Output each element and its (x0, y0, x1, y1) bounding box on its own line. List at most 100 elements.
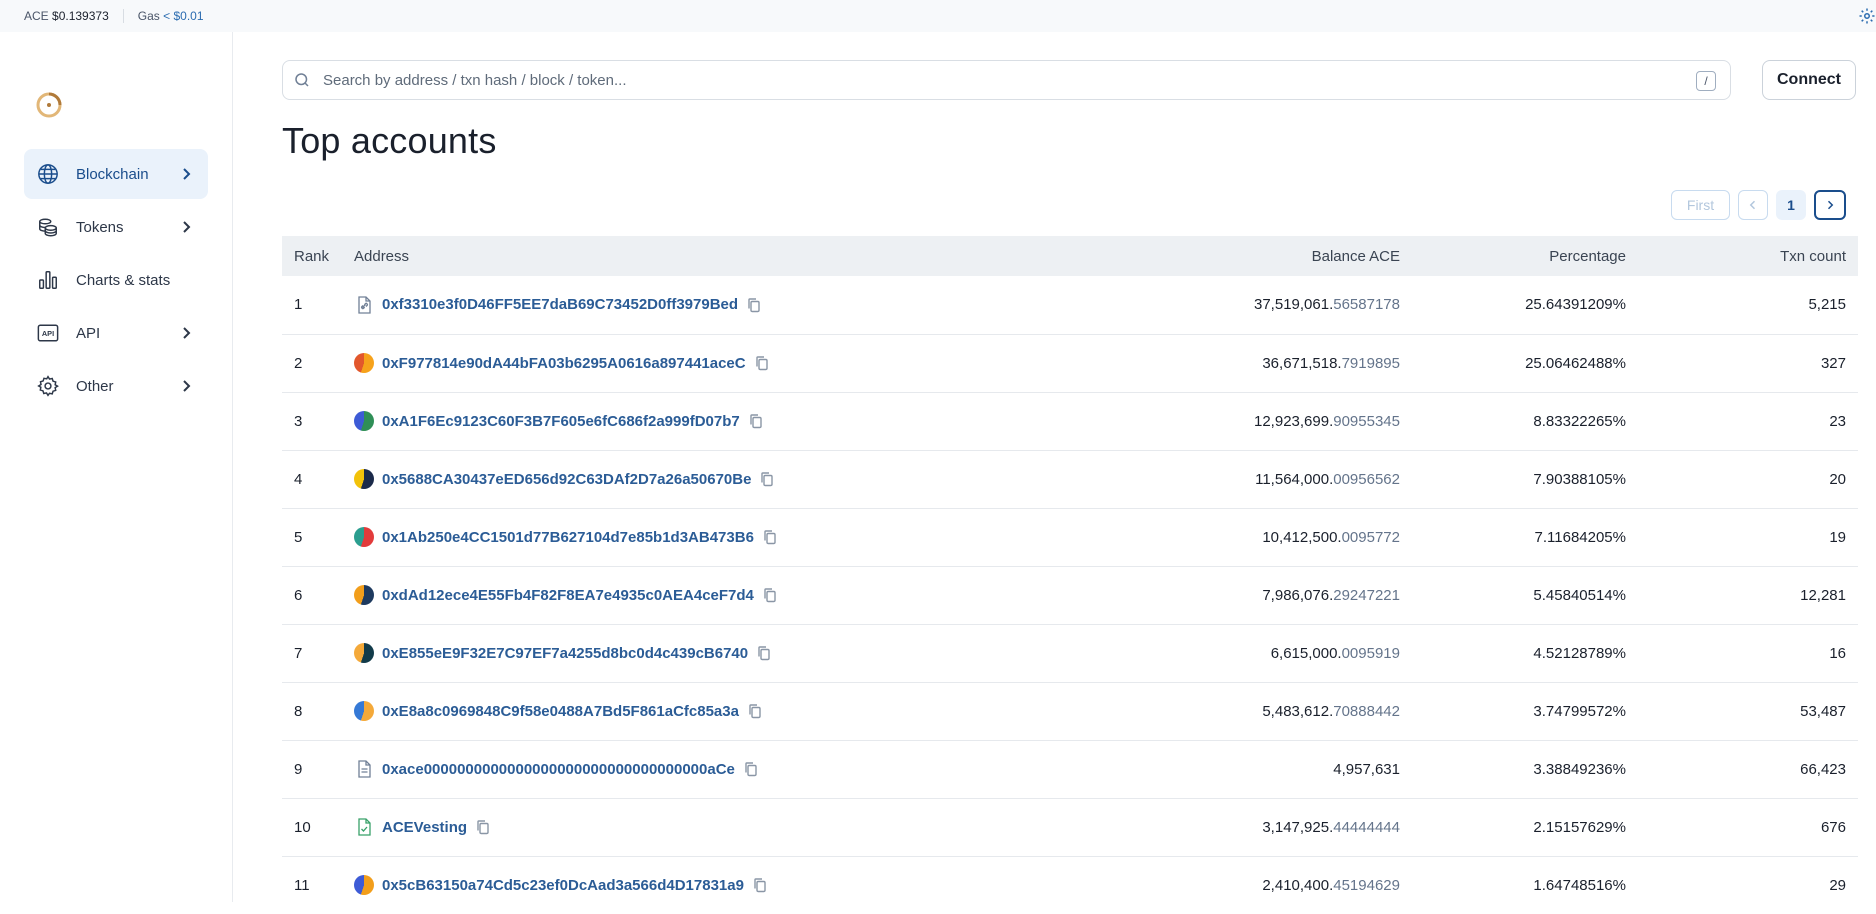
table-row: 4 0x5688CA30437eED656d92C63DAf2D7a26a5067… (282, 450, 1858, 508)
pagination: First 1 (1671, 190, 1846, 220)
address-cell: 0xA1F6Ec9123C60F3B7F605e6fC686f2a999fD07… (354, 392, 1074, 450)
balance-cell: 5,483,612.70888442 (1074, 682, 1400, 740)
chevron-right-icon (183, 168, 191, 180)
address-link[interactable]: 0xf3310e3f0D46FF5EE7daB69C73452D0ff3979B… (382, 296, 738, 313)
percentage-cell: 3.38849236% (1533, 760, 1626, 778)
balance-integer: 10,412,500. (1262, 528, 1342, 546)
balance-decimal: 00956562 (1333, 470, 1400, 488)
address-avatar-icon (354, 469, 374, 489)
svg-text:API: API (42, 329, 54, 338)
ace-price: ACE $0.139373 (24, 9, 109, 23)
percentage-cell: 8.83322265% (1533, 412, 1626, 430)
settings-gear-icon[interactable] (1858, 7, 1876, 25)
table-row: 11 0x5cB63150a74Cd5c23ef0DcAad3a566d4D178… (282, 856, 1858, 914)
address-link[interactable]: 0x5688CA30437eED656d92C63DAf2D7a26a50670… (382, 471, 751, 488)
copy-icon[interactable] (762, 529, 778, 545)
chevron-right-icon (1827, 200, 1834, 210)
rank-cell: 7 (294, 644, 303, 662)
pagination-first-button[interactable]: First (1671, 190, 1730, 220)
copy-icon[interactable] (752, 877, 768, 893)
sidebar-item-tokens[interactable]: Tokens (24, 202, 208, 252)
percentage-cell: 2.15157629% (1533, 818, 1626, 836)
chevron-right-icon (183, 221, 191, 233)
connect-wallet-button[interactable]: Connect (1762, 60, 1856, 100)
copy-icon[interactable] (759, 471, 775, 487)
sidebar-nav: Blockchain Tokens Charts & stats API API (24, 149, 208, 414)
address-link[interactable]: 0xA1F6Ec9123C60F3B7F605e6fC686f2a999fD07… (382, 413, 740, 430)
balance-cell: 2,410,400.45194629 (1074, 856, 1400, 914)
gas-price-label: Gas (137, 9, 160, 23)
pagination-current-page[interactable]: 1 (1776, 190, 1806, 220)
pagination-prev-button[interactable] (1738, 190, 1768, 220)
balance-decimal: 44444444 (1333, 818, 1400, 836)
address-cell: 0xf3310e3f0D46FF5EE7daB69C73452D0ff3979B… (354, 276, 1074, 334)
address-link[interactable]: 0xF977814e90dA44bFA03b6295A0616a897441ac… (382, 355, 746, 372)
table-row: 2 0xF977814e90dA44bFA03b6295A0616a897441a… (282, 334, 1858, 392)
gear-icon (36, 374, 60, 398)
copy-icon[interactable] (754, 355, 770, 371)
pagination-next-button[interactable] (1814, 190, 1846, 220)
txn-count-cell: 327 (1820, 354, 1846, 372)
page-title: Top accounts (282, 120, 497, 161)
balance-cell: 12,923,699.90955345 (1074, 392, 1400, 450)
txn-count-cell: 19 (1829, 528, 1846, 546)
copy-icon[interactable] (747, 703, 763, 719)
balance-cell: 4,957,631 (1074, 740, 1400, 798)
logo-icon[interactable] (36, 92, 62, 118)
address-link[interactable]: 0xE8a8c0969848C9f58e0488A7Bd5F861aCfc85a… (382, 703, 739, 720)
bar-chart-icon (36, 268, 60, 292)
address-cell: 0xE855eE9F32E7C97EF7a4255d8bc0d4c439cB67… (354, 624, 1074, 682)
divider (122, 9, 124, 23)
balance-integer: 36,671,518. (1262, 354, 1342, 372)
sidebar-item-other[interactable]: Other (24, 361, 208, 411)
search-input[interactable] (323, 71, 1730, 89)
address-link[interactable]: 0xE855eE9F32E7C97EF7a4255d8bc0d4c439cB67… (382, 645, 748, 662)
copy-icon[interactable] (743, 761, 759, 777)
rank-cell: 2 (294, 354, 303, 372)
address-link[interactable]: 0x5cB63150a74Cd5c23ef0DcAad3a566d4D17831… (382, 877, 744, 894)
chevron-right-icon (183, 327, 191, 339)
txn-count-cell: 12,281 (1800, 586, 1846, 604)
address-link[interactable]: 0xdAd12ece4E55Fb4F82F8EA7e4935c0AEA4ceF7… (382, 587, 754, 604)
copy-icon[interactable] (762, 587, 778, 603)
column-header-balance: Balance ACE (1311, 247, 1400, 265)
balance-cell: 36,671,518.7919895 (1074, 334, 1400, 392)
table-row: 6 0xdAd12ece4E55Fb4F82F8EA7e4935c0AEA4ceF… (282, 566, 1858, 624)
copy-icon[interactable] (746, 297, 762, 313)
txn-count-cell: 5,215 (1808, 296, 1846, 314)
address-cell: 0xace0000000000000000000000000000000000a… (354, 740, 1074, 798)
balance-decimal: 29247221 (1333, 586, 1400, 604)
copy-icon[interactable] (475, 819, 491, 835)
txn-count-cell: 23 (1829, 412, 1846, 430)
balance-integer: 2,410,400. (1262, 876, 1334, 894)
copy-icon[interactable] (748, 413, 764, 429)
balance-cell: 7,986,076.29247221 (1074, 566, 1400, 624)
top-stats-bar: ACE $0.139373 Gas < $0.01 (0, 0, 1876, 32)
copy-icon[interactable] (756, 645, 772, 661)
rank-cell: 11 (294, 876, 310, 894)
search-bar[interactable]: / (282, 60, 1731, 100)
sidebar-item-blockchain[interactable]: Blockchain (24, 149, 208, 199)
address-link[interactable]: 0xace0000000000000000000000000000000000a… (382, 761, 735, 778)
api-icon: API (36, 321, 60, 345)
address-link[interactable]: 0x1Ab250e4CC1501d77B627104d7e85b1d3AB473… (382, 529, 754, 546)
address-link[interactable]: ACEVesting (382, 819, 467, 836)
gas-price: Gas < $0.01 (138, 9, 204, 23)
balance-integer: 7,986,076. (1262, 586, 1334, 604)
rank-cell: 3 (294, 412, 303, 430)
chevron-right-icon (183, 380, 191, 392)
table-row: 5 0x1Ab250e4CC1501d77B627104d7e85b1d3AB47… (282, 508, 1858, 566)
table-row: 9 0xace0000000000000000000000000000000000… (282, 740, 1858, 798)
sidebar-item-charts-stats[interactable]: Charts & stats (24, 255, 208, 305)
rank-cell: 5 (294, 528, 303, 546)
txn-count-cell: 53,487 (1800, 702, 1846, 720)
search-icon (295, 73, 309, 87)
ace-price-label: ACE (24, 9, 49, 23)
balance-integer: 11,564,000. (1255, 470, 1334, 488)
gas-price-value[interactable]: < $0.01 (163, 9, 203, 23)
percentage-cell: 5.45840514% (1533, 586, 1626, 604)
sidebar-item-label: Other (76, 377, 114, 395)
sidebar-item-api[interactable]: API API (24, 308, 208, 358)
balance-decimal: 70888442 (1333, 702, 1400, 720)
percentage-cell: 7.90388105% (1533, 470, 1626, 488)
